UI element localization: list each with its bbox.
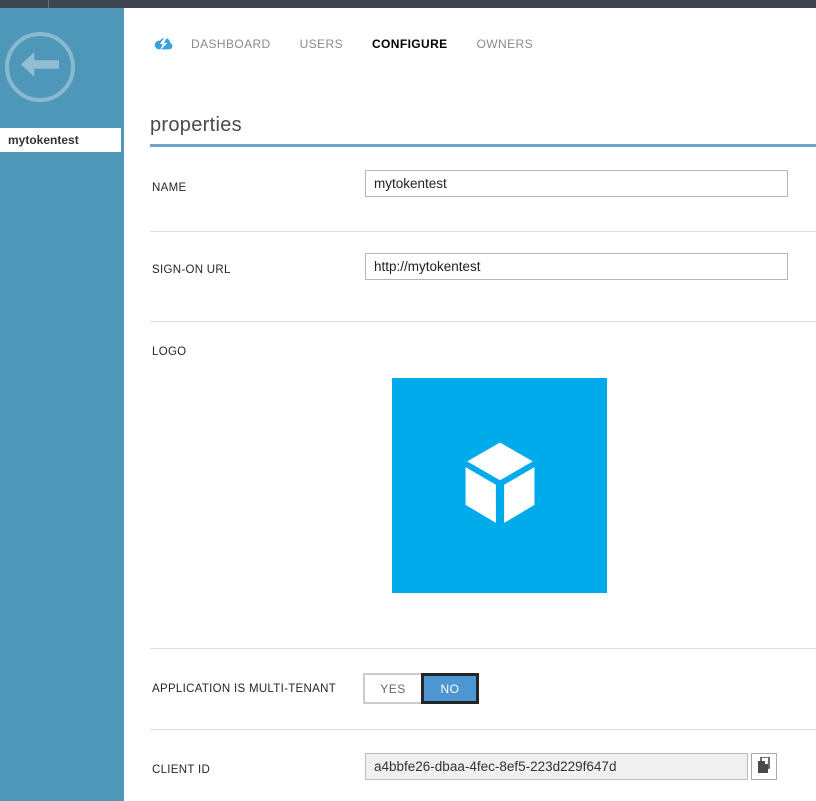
tab-users[interactable]: USERS [300,37,343,51]
app-logo[interactable] [392,378,607,593]
row-divider [150,648,816,649]
row-divider [150,231,816,232]
back-button[interactable] [5,32,75,102]
sidebar: mytokentest [0,8,124,801]
sign-on-url-input[interactable] [365,253,788,280]
cube-icon [459,378,541,593]
section-heading-properties: properties [150,114,242,137]
tab-configure[interactable]: CONFIGURE [372,37,448,51]
tab-bar: DASHBOARD USERS CONFIGURE OWNERS [154,36,562,52]
sign-on-url-label: SIGN-ON URL [152,264,231,276]
logo-label: LOGO [152,346,186,358]
copy-icon [757,757,771,776]
tab-owners[interactable]: OWNERS [477,37,533,51]
back-arrow-icon [21,52,59,82]
client-id-field[interactable] [365,753,748,780]
top-chrome-separator [48,0,49,8]
row-divider [150,729,816,730]
name-input[interactable] [365,170,788,197]
multi-tenant-yes-button[interactable]: YES [363,673,421,704]
sidebar-item-mytokentest[interactable]: mytokentest [0,128,121,152]
client-id-label: CLIENT ID [152,764,210,776]
top-chrome-bar [0,0,816,8]
multi-tenant-toggle: YES NO [363,673,479,704]
tab-dashboard[interactable]: DASHBOARD [191,37,271,51]
section-accent-underline [150,144,816,147]
multi-tenant-label: APPLICATION IS MULTI-TENANT [152,683,336,695]
application-cloud-icon [154,37,174,52]
copy-client-id-button[interactable] [751,753,777,780]
name-label: NAME [152,182,186,194]
row-divider [150,321,816,322]
multi-tenant-no-button[interactable]: NO [421,673,479,704]
